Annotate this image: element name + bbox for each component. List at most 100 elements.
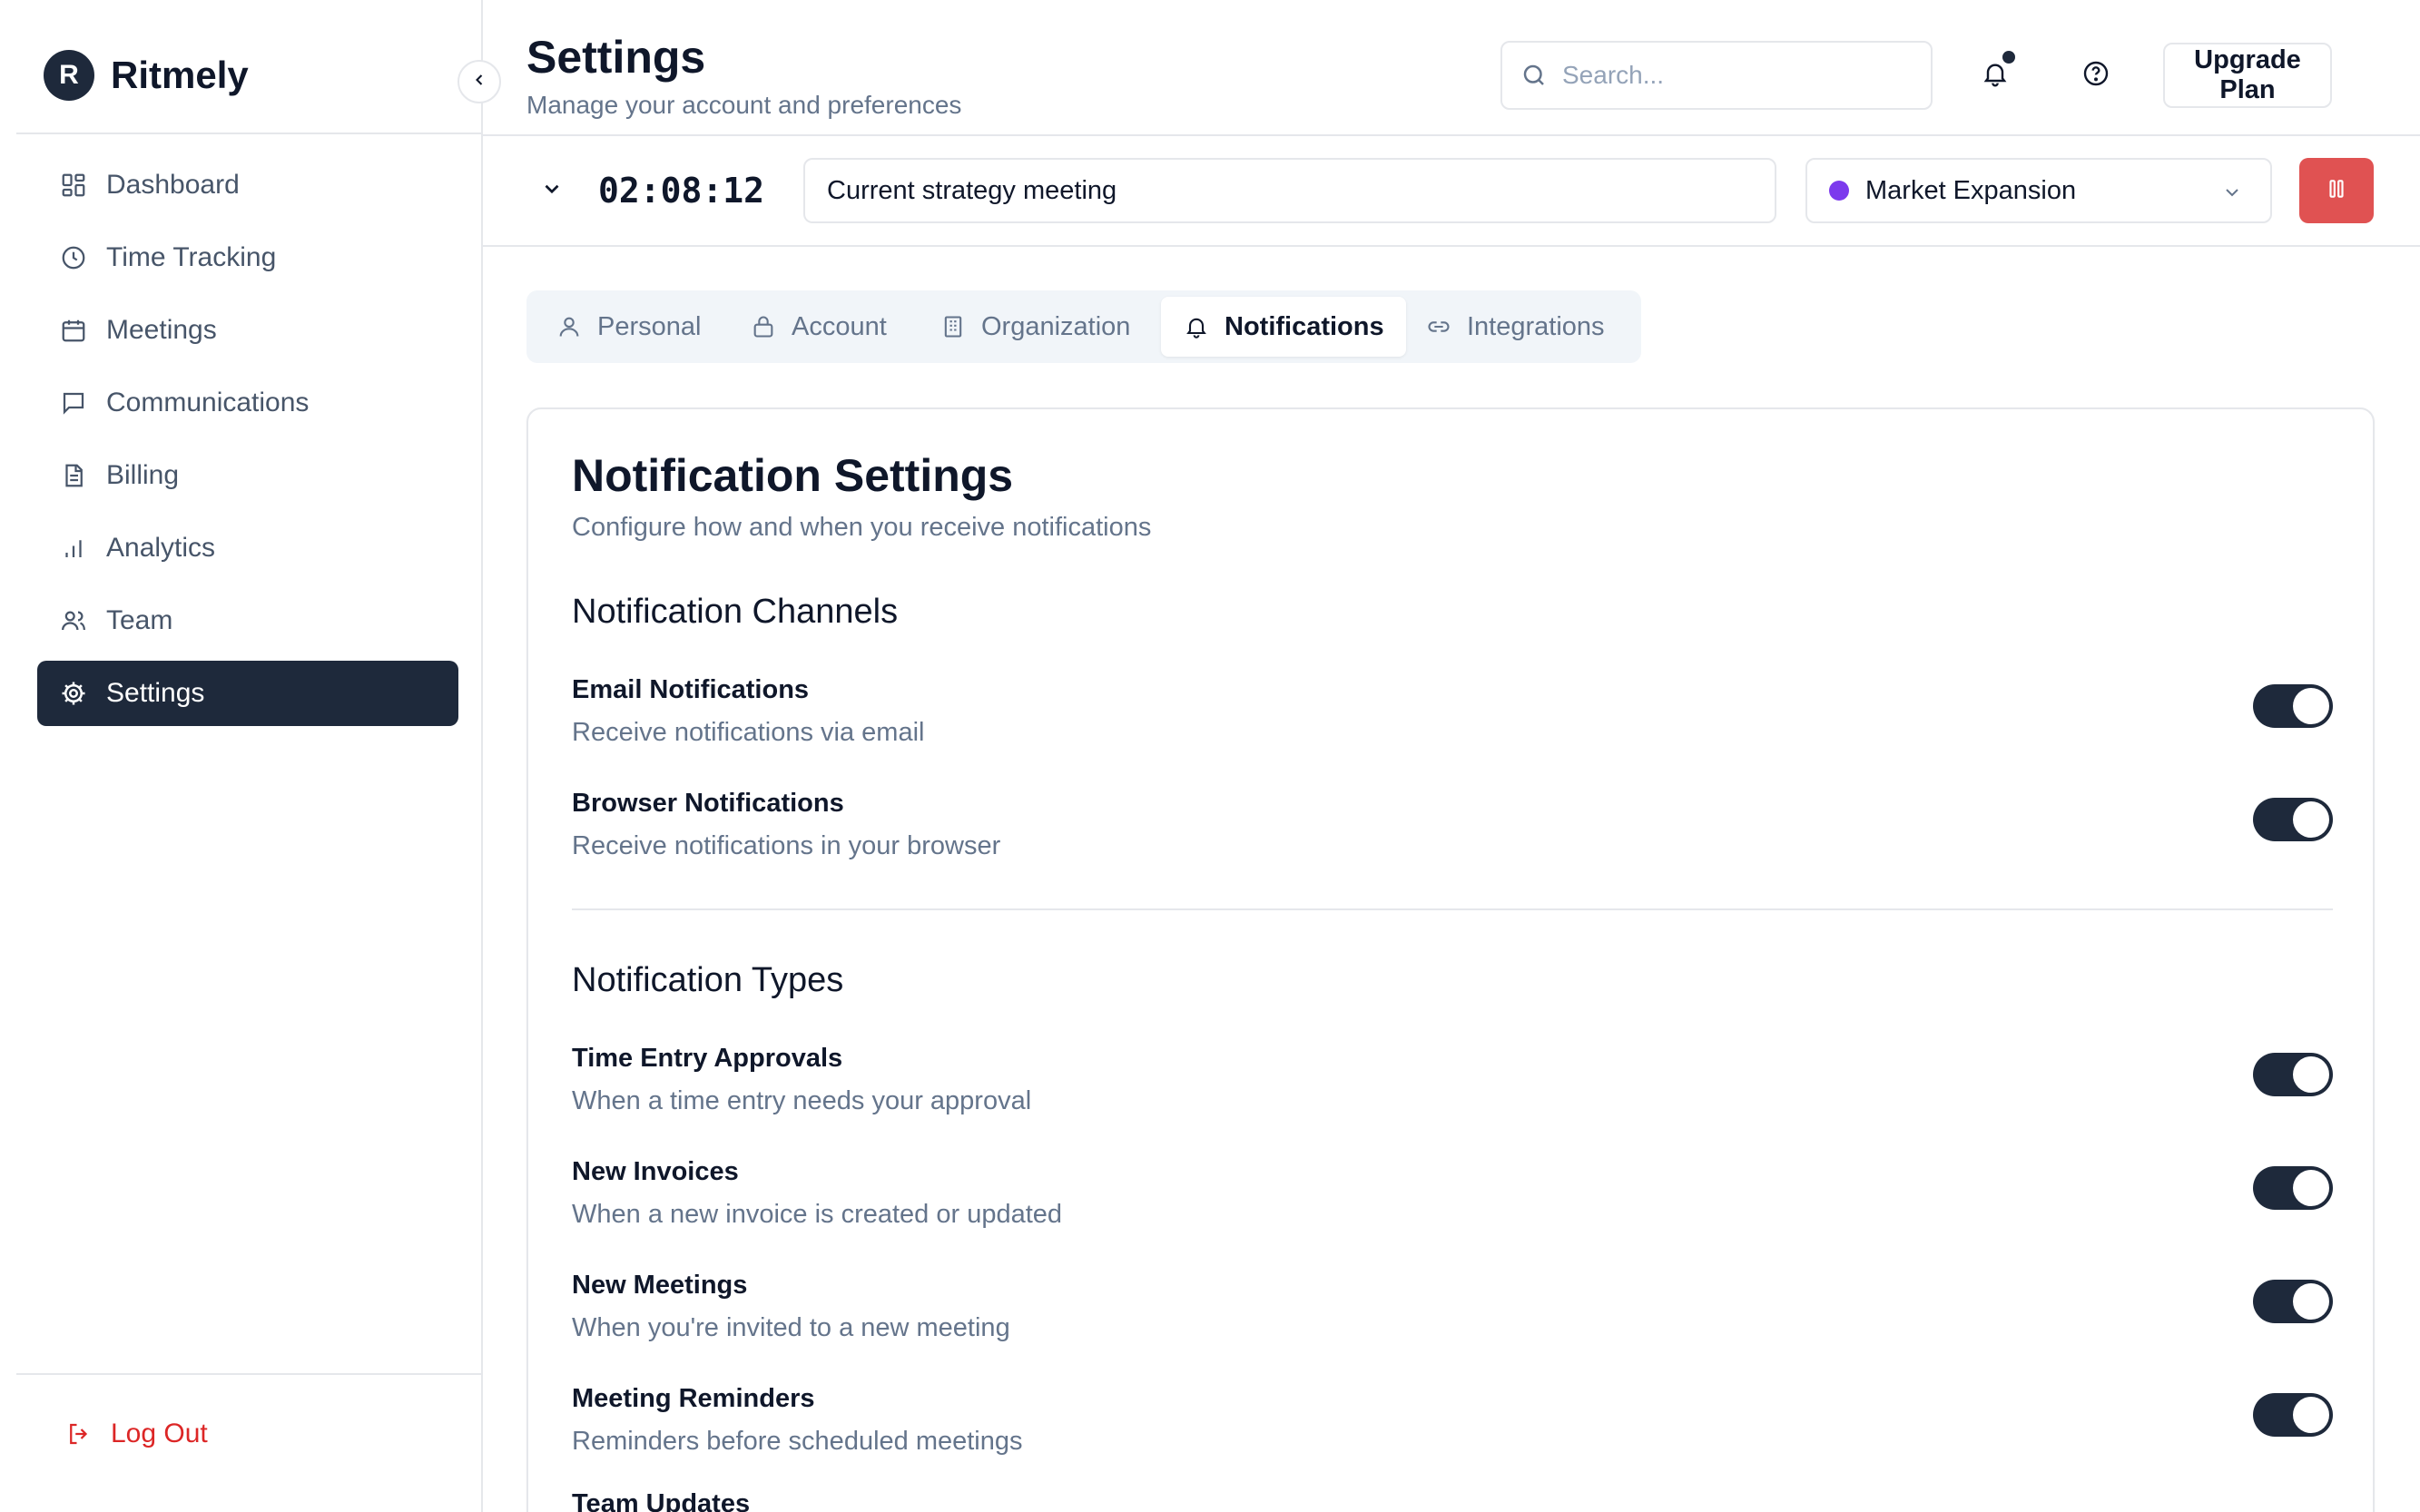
- setting-label: Browser Notifications: [572, 789, 844, 818]
- project-select[interactable]: Market Expansion: [1805, 158, 2272, 223]
- toggle-knob: [2293, 1283, 2329, 1320]
- sidebar-item-dashboard[interactable]: Dashboard: [37, 152, 458, 218]
- brand-logo: R: [44, 50, 94, 101]
- card-subtitle: Configure how and when you receive notif…: [572, 513, 1152, 542]
- notifications-button[interactable]: [1968, 48, 2022, 103]
- setting-label-cut-off: Team Updates: [572, 1489, 751, 1512]
- pause-timer-button[interactable]: [2299, 158, 2374, 223]
- sidebar-item-label: Time Tracking: [106, 242, 277, 272]
- new-meetings-toggle[interactable]: [2253, 1280, 2333, 1323]
- new-invoices-toggle[interactable]: [2253, 1166, 2333, 1210]
- sidebar: R Ritmely Dashboard Time Tracking Meetin…: [0, 0, 483, 1512]
- toggle-knob: [2293, 1056, 2329, 1093]
- users-icon: [59, 606, 88, 635]
- sidebar-item-team[interactable]: Team: [37, 588, 458, 653]
- sidebar-item-communications[interactable]: Communications: [37, 370, 458, 436]
- sidebar-item-billing[interactable]: Billing: [37, 443, 458, 508]
- dashboard-icon: [59, 171, 88, 200]
- pause-icon: [2325, 177, 2348, 205]
- chevron-down-icon: [2219, 180, 2245, 205]
- browser-notifications-toggle[interactable]: [2253, 798, 2333, 841]
- settings-tabs: Personal Account Organization Notificati…: [526, 290, 1641, 363]
- user-icon: [556, 313, 583, 340]
- sidebar-item-label: Dashboard: [106, 170, 240, 200]
- search-icon: [1520, 61, 1549, 90]
- chevron-left-icon: [470, 71, 488, 93]
- time-entry-approvals-toggle[interactable]: [2253, 1053, 2333, 1096]
- sidebar-divider: [16, 133, 481, 134]
- tab-label: Personal: [597, 311, 702, 341]
- search-input[interactable]: [1562, 61, 1907, 90]
- tab-label: Integrations: [1467, 311, 1605, 341]
- bell-icon: [1183, 313, 1210, 340]
- logout-button[interactable]: Log Out: [65, 1419, 208, 1449]
- tab-organization[interactable]: Organization: [918, 297, 1152, 357]
- lock-icon: [750, 313, 777, 340]
- collapse-sidebar-button[interactable]: [457, 60, 501, 103]
- tab-label: Account: [792, 311, 887, 341]
- chevron-down-icon: [540, 177, 564, 205]
- timer-bar: 02:08:12 Current strategy meeting Market…: [483, 134, 2420, 247]
- setting-meeting-reminders: Meeting Reminders Reminders before sched…: [572, 1384, 2333, 1475]
- toggle-knob: [2293, 1397, 2329, 1433]
- setting-browser-notifications: Browser Notifications Receive notificati…: [572, 789, 2333, 879]
- help-button[interactable]: [2069, 48, 2123, 103]
- notification-settings-card: Notification Settings Configure how and …: [526, 407, 2375, 1512]
- setting-description: Receive notifications via email: [572, 718, 925, 747]
- brand[interactable]: R Ritmely: [44, 50, 249, 101]
- timer-expand-button[interactable]: [534, 172, 570, 209]
- setting-description: When a time entry needs your approval: [572, 1086, 1032, 1115]
- project-select-value: Market Expansion: [1865, 175, 2077, 205]
- timer-display: 02:08:12: [598, 171, 765, 211]
- building-icon: [939, 313, 967, 340]
- setting-label: New Invoices: [572, 1157, 739, 1186]
- tab-notifications[interactable]: Notifications: [1161, 297, 1406, 357]
- sidebar-item-settings[interactable]: Settings: [37, 661, 458, 726]
- setting-label: New Meetings: [572, 1271, 748, 1300]
- setting-time-entry-approvals: Time Entry Approvals When a time entry n…: [572, 1044, 2333, 1134]
- tab-account[interactable]: Account: [728, 297, 909, 357]
- search-box[interactable]: [1500, 41, 1933, 110]
- sidebar-item-time-tracking[interactable]: Time Tracking: [37, 225, 458, 290]
- gear-icon: [59, 679, 88, 708]
- sidebar-item-label: Billing: [106, 460, 180, 490]
- email-notifications-toggle[interactable]: [2253, 684, 2333, 728]
- brand-name: Ritmely: [111, 54, 249, 96]
- setting-description: When a new invoice is created or updated: [572, 1200, 1063, 1229]
- sidebar-nav: Dashboard Time Tracking Meetings Communi…: [37, 152, 458, 733]
- logout-label: Log Out: [111, 1419, 208, 1448]
- setting-email-notifications: Email Notifications Receive notification…: [572, 675, 2333, 766]
- sidebar-item-meetings[interactable]: Meetings: [37, 298, 458, 363]
- upgrade-plan-button[interactable]: Upgrade Plan: [2163, 43, 2332, 108]
- project-color-dot: [1829, 181, 1849, 201]
- card-title: Notification Settings: [572, 450, 1014, 501]
- setting-label: Time Entry Approvals: [572, 1044, 843, 1073]
- timer-description-value: Current strategy meeting: [827, 175, 1117, 205]
- sidebar-item-analytics[interactable]: Analytics: [37, 515, 458, 581]
- meeting-reminders-toggle[interactable]: [2253, 1393, 2333, 1437]
- section-title-channels: Notification Channels: [572, 593, 899, 631]
- section-divider: [572, 908, 2333, 910]
- setting-new-invoices: New Invoices When a new invoice is creat…: [572, 1157, 2333, 1248]
- sidebar-item-label: Communications: [106, 388, 310, 417]
- tab-integrations[interactable]: Integrations: [1403, 297, 1627, 357]
- help-circle-icon: [2081, 59, 2110, 93]
- setting-new-meetings: New Meetings When you're invited to a ne…: [572, 1271, 2333, 1361]
- sidebar-item-label: Settings: [106, 678, 205, 708]
- toggle-knob: [2293, 688, 2329, 724]
- logout-icon: [65, 1419, 94, 1448]
- timer-description-input[interactable]: Current strategy meeting: [803, 158, 1776, 223]
- sidebar-item-label: Meetings: [106, 315, 217, 345]
- link-icon: [1425, 313, 1452, 340]
- section-title-types: Notification Types: [572, 961, 844, 999]
- sidebar-bottom-divider: [16, 1373, 481, 1375]
- tab-label: Organization: [981, 311, 1131, 341]
- toggle-knob: [2293, 1170, 2329, 1206]
- bar-chart-icon: [59, 534, 88, 563]
- bell-icon: [1981, 59, 2010, 93]
- sidebar-item-label: Analytics: [106, 533, 216, 563]
- file-text-icon: [59, 461, 88, 490]
- tab-personal[interactable]: Personal: [534, 297, 723, 357]
- setting-description: Receive notifications in your browser: [572, 831, 1001, 860]
- setting-label: Email Notifications: [572, 675, 810, 704]
